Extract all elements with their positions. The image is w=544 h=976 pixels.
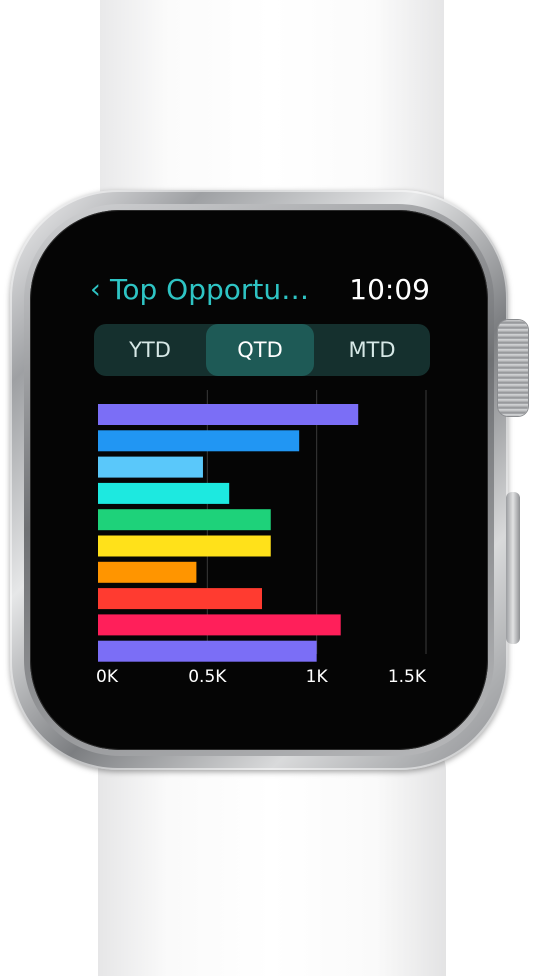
segment-mtd[interactable]: MTD — [314, 324, 430, 376]
chart-bar[interactable] — [98, 535, 271, 557]
chart-bar[interactable] — [98, 614, 341, 636]
chart-bar[interactable] — [98, 456, 203, 478]
x-tick-label: 1K — [306, 667, 329, 687]
segment-qtd[interactable]: QTD — [206, 324, 314, 376]
period-segmented-control: YTD QTD MTD — [94, 324, 430, 376]
digital-crown[interactable] — [498, 320, 528, 416]
chart-bar[interactable] — [98, 640, 317, 662]
side-button[interactable] — [506, 492, 520, 644]
opportunities-bar-chart: 0K 0.5K 1K 1.5K — [96, 390, 427, 687]
x-tick-label: 0.5K — [188, 667, 227, 687]
page-title[interactable]: Top Opportu… — [110, 272, 309, 308]
x-tick-label: 1.5K — [388, 667, 427, 687]
chart-bar[interactable] — [98, 482, 230, 504]
status-bar: ‹ Top Opportu… 10:09 — [90, 272, 430, 308]
x-tick-label: 0K — [96, 667, 119, 687]
watch-band-bottom — [98, 740, 446, 976]
chart-bar[interactable] — [98, 588, 262, 610]
chart-bar[interactable] — [98, 404, 359, 425]
segment-ytd[interactable]: YTD — [94, 324, 206, 376]
clock-time: 10:09 — [349, 273, 430, 306]
chart-bar[interactable] — [98, 430, 300, 452]
watch-screen: ‹ Top Opportu… 10:09 YTD QTD MTD 0K 0.5K 1… — [90, 262, 430, 702]
chevron-left-icon[interactable]: ‹ — [90, 272, 101, 308]
chart-bar[interactable] — [98, 509, 271, 531]
chart-bar[interactable] — [98, 561, 197, 583]
